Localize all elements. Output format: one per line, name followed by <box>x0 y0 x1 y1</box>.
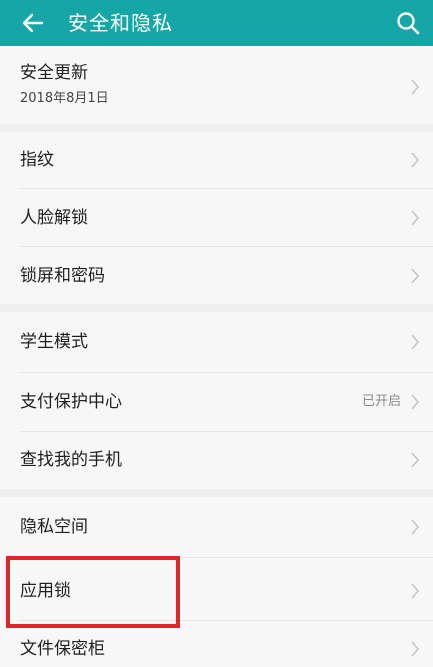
list-item-label: 学生模式 <box>20 332 88 352</box>
list-item-security-update[interactable]: 安全更新 2018年8月1日 <box>0 46 433 124</box>
list-item-payment-protection[interactable]: 支付保护中心 已开启 <box>0 373 433 431</box>
status-value: 已开启 <box>361 394 401 409</box>
chevron-right-icon <box>411 334 420 350</box>
list-item-lock-screen-password[interactable]: 锁屏和密码 <box>0 247 433 304</box>
list-item-app-lock[interactable]: 应用锁 <box>0 558 433 620</box>
chevron-right-icon <box>411 79 420 95</box>
chevron-right-icon <box>411 268 420 284</box>
section-gap <box>0 124 433 132</box>
page-title: 安全和隐私 <box>68 11 173 35</box>
list-item-subtitle: 2018年8月1日 <box>20 91 109 106</box>
back-button[interactable] <box>18 8 48 38</box>
app-bar: 安全和隐私 <box>0 0 433 46</box>
list-item-label: 支付保护中心 <box>20 392 122 412</box>
list-item-file-safe[interactable]: 文件保密柜 <box>0 621 433 667</box>
search-icon <box>397 12 420 35</box>
section-gap <box>0 304 433 312</box>
chevron-right-icon <box>411 394 420 410</box>
chevron-right-icon <box>411 583 420 599</box>
list-item-label: 查找我的手机 <box>20 450 122 470</box>
list-item-fingerprint[interactable]: 指纹 <box>0 132 433 188</box>
settings-list: 安全更新 2018年8月1日 指纹 人脸解锁 锁屏和密码 学生模式 支付保护中心… <box>0 46 433 667</box>
list-item-label: 隐私空间 <box>20 517 88 537</box>
section-gap <box>0 489 433 497</box>
list-item-label: 应用锁 <box>20 581 71 601</box>
list-item-student-mode[interactable]: 学生模式 <box>0 312 433 372</box>
chevron-right-icon <box>411 210 420 226</box>
chevron-right-icon <box>411 641 420 657</box>
arrow-left-icon <box>22 13 44 33</box>
list-item-label: 人脸解锁 <box>20 208 88 228</box>
chevron-right-icon <box>411 519 420 535</box>
search-button[interactable] <box>393 8 423 38</box>
list-item-private-space[interactable]: 隐私空间 <box>0 497 433 557</box>
list-item-label: 文件保密柜 <box>20 639 105 659</box>
chevron-right-icon <box>411 452 420 468</box>
list-item-label: 锁屏和密码 <box>20 266 105 286</box>
list-item-label: 安全更新 <box>20 63 88 83</box>
list-item-face-unlock[interactable]: 人脸解锁 <box>0 189 433 246</box>
chevron-right-icon <box>411 152 420 168</box>
list-item-label: 指纹 <box>20 150 54 170</box>
list-item-find-my-phone[interactable]: 查找我的手机 <box>0 432 433 489</box>
